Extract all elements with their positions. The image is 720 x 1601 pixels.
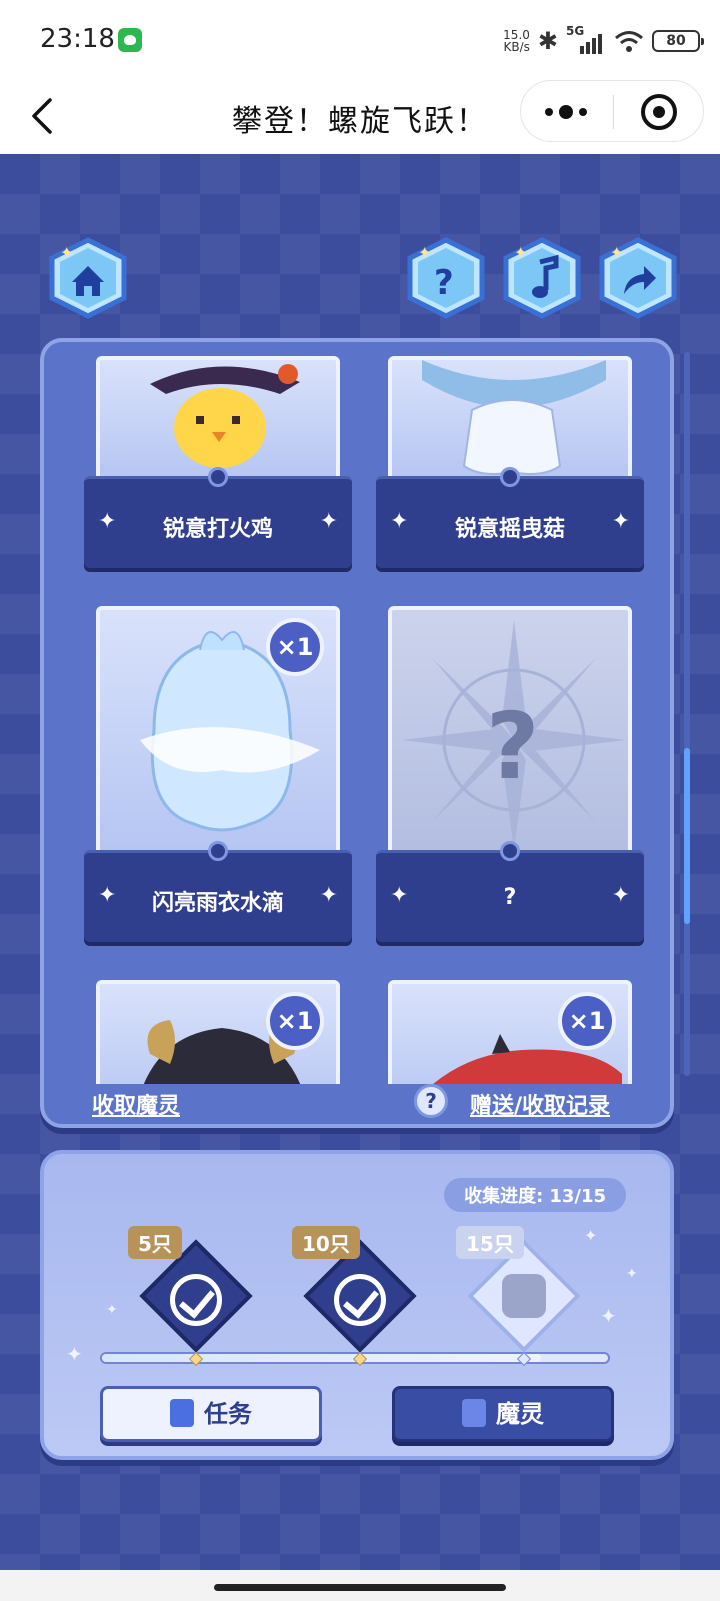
- music-note-icon[interactable]: ✦: [500, 236, 584, 320]
- home-icon[interactable]: ✦: [46, 236, 130, 320]
- status-bar: 23:18 15.0 KB/s ✱ 5G 80: [0, 0, 720, 80]
- nav-bar: 攀登！螺旋飞跃！: [0, 80, 720, 154]
- game-area: ✦ ? ✦ ✦ ✦ ✦ 锐意打火鸡 ✦ ✦ 锐意摇曳菇 ✦ ×1 ✦ 闪亮雨衣水…: [0, 154, 720, 1570]
- wifi-icon: [614, 29, 644, 53]
- card-name: ?: [503, 885, 517, 910]
- sparkle-icon: ✦: [626, 1266, 638, 1282]
- count-badge: ×1: [558, 992, 616, 1050]
- reward-gift-icon: [502, 1274, 546, 1318]
- check-icon: [170, 1274, 222, 1326]
- mini-program-capsule: [520, 80, 704, 142]
- question-icon[interactable]: ? ✦: [404, 236, 488, 320]
- card-name: 锐意打火鸡: [162, 517, 273, 542]
- sprite-card[interactable]: ×1: [84, 980, 352, 1084]
- home-indicator[interactable]: [214, 1584, 506, 1591]
- home-bar: [0, 1570, 720, 1601]
- svg-text:✦: ✦: [60, 243, 73, 262]
- card-art: ?: [388, 606, 632, 860]
- card-nameplate: ✦ 闪亮雨衣水滴 ✦: [84, 841, 352, 942]
- sparkle-icon: ✦: [600, 1304, 617, 1328]
- card-pin: [500, 467, 520, 487]
- card-grid[interactable]: ✦ 锐意打火鸡 ✦ ✦ 锐意摇曳菇 ✦ ×1 ✦ 闪亮雨衣水滴 ✦ ? ✦ ? …: [62, 356, 652, 1084]
- check-icon: [334, 1274, 386, 1326]
- gift-record-link[interactable]: 赠送/收取记录: [470, 1088, 610, 1120]
- sprite-button[interactable]: 魔灵: [392, 1386, 614, 1442]
- close-mini-program-icon[interactable]: [641, 94, 677, 130]
- svg-text:?: ?: [486, 693, 539, 800]
- capsule-divider: [613, 95, 614, 129]
- status-right: 15.0 KB/s ✱ 5G 80: [503, 24, 704, 56]
- svg-text:?: ?: [434, 263, 454, 303]
- sparkle-icon: ✦: [106, 1302, 118, 1318]
- locked-sprite-card[interactable]: ? ✦ ? ✦: [376, 606, 644, 946]
- count-badge: ×1: [266, 992, 324, 1050]
- sprite-card[interactable]: ×1: [376, 980, 644, 1084]
- milestone-15[interactable]: 15只: [456, 1226, 586, 1358]
- card-pin: [208, 841, 228, 861]
- sprite-card[interactable]: ×1 ✦ 闪亮雨衣水滴 ✦: [84, 606, 352, 946]
- panel-footer: 收取魔灵 ? 赠送/收取记录: [44, 1084, 670, 1124]
- task-doc-icon: [170, 1399, 194, 1427]
- collection-panel: ✦ 锐意打火鸡 ✦ ✦ 锐意摇曳菇 ✦ ×1 ✦ 闪亮雨衣水滴 ✦ ? ✦ ? …: [40, 338, 674, 1128]
- folder-icon: [462, 1399, 486, 1427]
- svg-text:✦: ✦: [514, 243, 527, 262]
- sparkle-icon: ✦: [319, 509, 338, 534]
- more-dots-icon[interactable]: [545, 101, 589, 123]
- sparkle-icon: ✦: [319, 883, 338, 908]
- net-speed: 15.0 KB/s: [503, 28, 530, 54]
- signal-5g-icon: 5G: [566, 24, 606, 54]
- sparkle-icon: ✦: [611, 509, 630, 534]
- progress-value: 13/15: [549, 1186, 606, 1207]
- card-pin: [208, 467, 228, 487]
- milestone-tag: 15只: [456, 1226, 524, 1259]
- wechat-status-icon: [118, 28, 142, 52]
- progress-label: 收集进度: 13/15: [444, 1178, 626, 1212]
- sprite-card[interactable]: ✦ 锐意打火鸡 ✦: [84, 356, 352, 570]
- bluetooth-icon: ✱: [537, 27, 558, 55]
- share-arrow-icon[interactable]: ✦: [596, 236, 680, 320]
- milestone-tag: 10只: [292, 1226, 360, 1259]
- sprite-card[interactable]: ✦ 锐意摇曳菇 ✦: [376, 356, 644, 570]
- milestone-tag: 5只: [128, 1226, 182, 1259]
- scrollbar-track[interactable]: [684, 352, 690, 1076]
- count-badge: ×1: [266, 618, 324, 676]
- task-button[interactable]: 任务: [100, 1386, 322, 1442]
- card-nameplate: ✦ ? ✦: [376, 841, 644, 942]
- sparkle-icon: ✦: [584, 1226, 598, 1245]
- sparkle-icon: ✦: [611, 883, 630, 908]
- sparkle-icon: ✦: [66, 1342, 83, 1366]
- card-name: 闪亮雨衣水滴: [151, 891, 284, 916]
- svg-text:✦: ✦: [610, 243, 623, 262]
- progress-panel: 收集进度: 13/15 ✦ ✦ ✦ ✦ ✦ 5只 10只 15只 任务 魔灵: [40, 1150, 674, 1460]
- scrollbar-thumb[interactable]: [684, 748, 690, 924]
- milestone-10[interactable]: 10只: [292, 1226, 422, 1358]
- card-nameplate: ✦ 锐意摇曳菇 ✦: [376, 467, 644, 568]
- collect-sprite-link[interactable]: 收取魔灵: [92, 1088, 180, 1120]
- progress-fill: [102, 1354, 541, 1362]
- card-name: 锐意摇曳菇: [454, 517, 565, 542]
- help-icon[interactable]: ?: [414, 1084, 448, 1118]
- status-time: 23:18: [40, 24, 115, 54]
- svg-text:✦: ✦: [418, 243, 431, 262]
- milestone-5[interactable]: 5只: [128, 1226, 258, 1358]
- battery-icon: 80: [652, 30, 704, 52]
- card-nameplate: ✦ 锐意打火鸡 ✦: [84, 467, 352, 568]
- card-pin: [500, 841, 520, 861]
